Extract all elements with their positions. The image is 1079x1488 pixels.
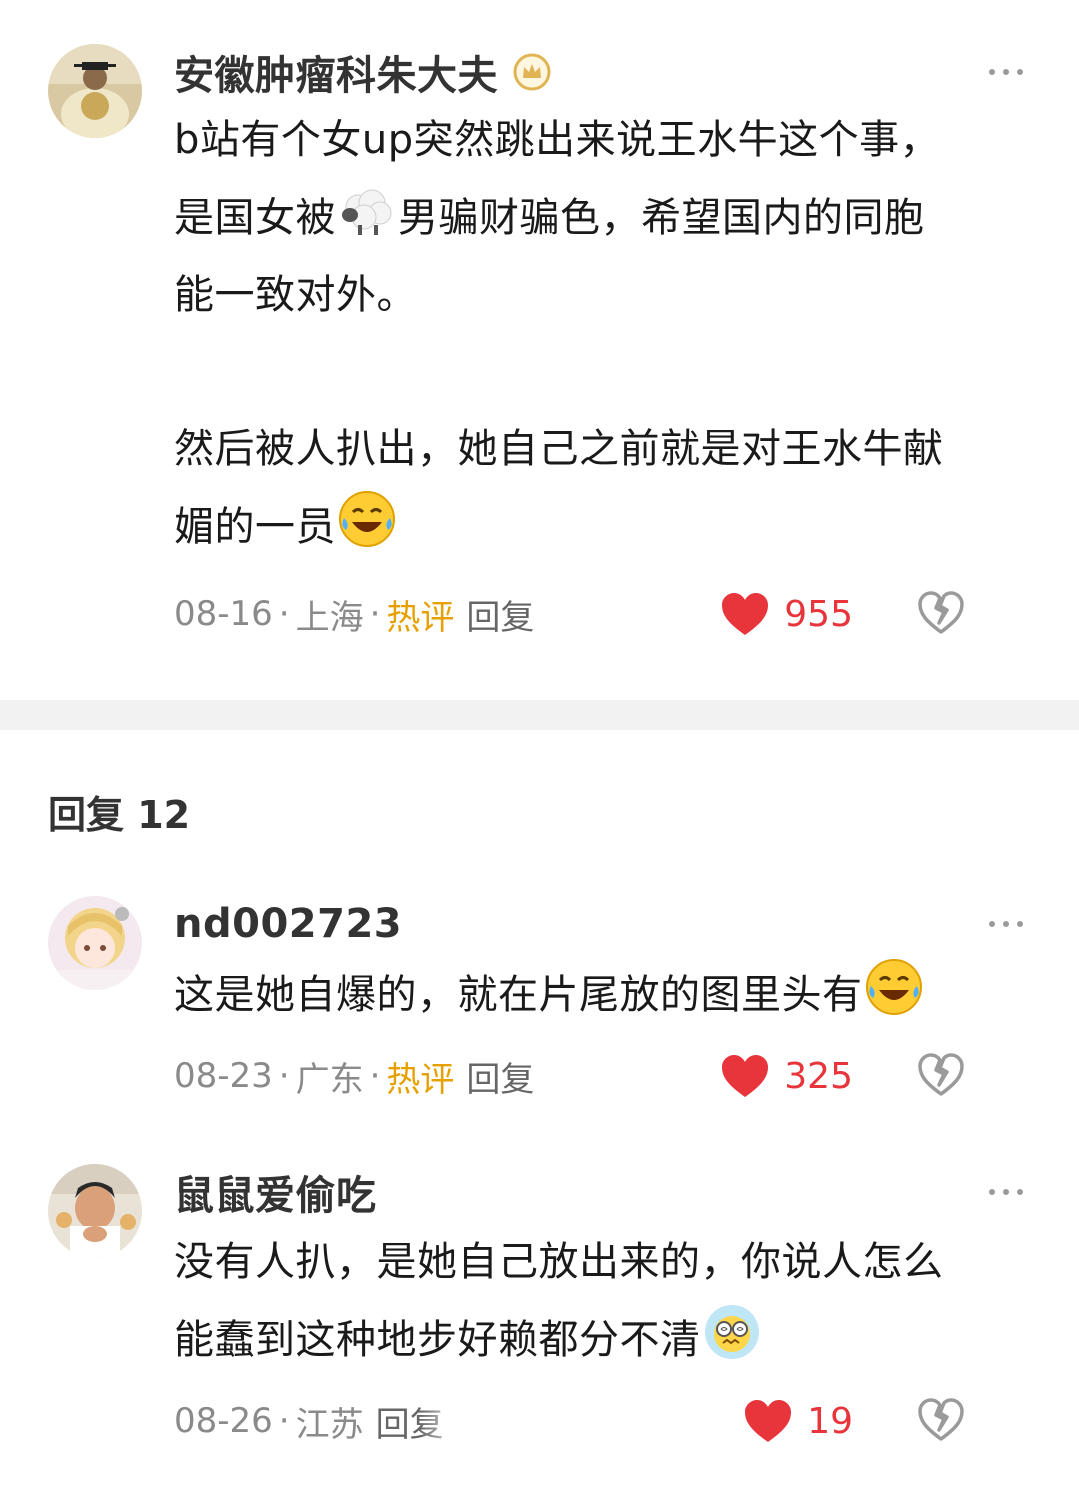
like-count: 19 [807,1400,853,1442]
comment-date: 08-23 [174,1056,273,1096]
author-row: nd002723 [174,896,1027,952]
reply-comment: nd002723 这是她自爆的，就在片尾放的图里头有 08-23 · 广东 · … [0,896,1079,1106]
author-name[interactable]: nd002723 [174,901,402,947]
more-icon[interactable] [989,1164,1023,1220]
author-name[interactable]: 鼠鼠爱偷吃 [174,1163,377,1221]
comment-meta: 08-16 · 上海 · 热评 回复 955 [174,584,1027,644]
separator: · [278,1056,290,1096]
text-line: 是国女被 男骗财骗色，希望国内的同胞 [174,179,1027,257]
broken-heart-icon[interactable] [917,1397,965,1443]
sheep-emoji [342,189,392,235]
comment-date: 08-26 [174,1401,273,1441]
author-row: 鼠鼠爱偷吃 [174,1164,1027,1220]
separator: · [369,594,381,634]
text-line: 能一致对外。 [174,272,417,318]
text-line: 能蠢到这种地步好赖都分不清 [174,1301,1027,1379]
section-divider [0,700,1079,730]
reply-comment: 鼠鼠爱偷吃 没有人扒，是她自己放出来的，你说人怎么 能蠢到这种地步好赖都分不清 … [0,1164,1079,1451]
main-comment: 安徽肿瘤科朱大夫 b站有个女up突然跳出来说王水牛这个事， 是国女被 男骗财骗色… [0,44,1079,644]
avatar[interactable] [48,896,142,990]
text-line: b站有个女up突然跳出来说王水牛这个事， [174,117,941,163]
comment-date: 08-16 [174,594,273,634]
separator: · [278,1401,290,1441]
reply-button[interactable]: 回复 [466,1052,534,1101]
replies-header: 回复 12 [48,793,191,837]
like-count: 955 [784,593,853,635]
broken-heart-icon[interactable] [917,1052,965,1098]
text-line: 然后被人扒出，她自己之前就是对王水牛献 [174,426,944,472]
comment-text: b站有个女up突然跳出来说王水牛这个事， 是国女被 男骗财骗色，希望国内的同胞 … [174,102,1027,566]
avatar[interactable] [48,1164,142,1258]
like-button[interactable]: 955 [720,584,853,644]
heart-icon [722,593,769,635]
more-icon[interactable] [989,44,1023,100]
heart-icon [745,1400,792,1442]
laugh-cry-emoji [865,959,922,1015]
crown-badge-icon [513,53,551,91]
laugh-cry-emoji [339,491,395,547]
hot-badge: 热评 [386,597,455,638]
author-name[interactable]: 安徽肿瘤科朱大夫 [174,43,498,101]
comment-text: 这是她自爆的，就在片尾放的图里头有 [174,956,1027,1034]
dizzy-emoji [704,1305,759,1359]
comment-text: 没有人扒，是她自己放出来的，你说人怎么 能蠢到这种地步好赖都分不清 [174,1224,1027,1379]
text-line: 媚的一员 [174,488,1027,566]
watermark-fade [420,1410,640,1466]
comment-meta: 08-23 · 广东 · 热评 回复 325 [174,1046,1027,1106]
text-line: 这是她自爆的，就在片尾放的图里头有 [174,956,1027,1034]
broken-heart-icon[interactable] [917,590,965,636]
separator: · [278,594,290,634]
reply-button[interactable]: 回复 [466,590,534,639]
heart-icon [722,1055,769,1097]
hot-badge: 热评 [386,1059,455,1100]
like-button[interactable]: 19 [743,1391,853,1451]
avatar[interactable] [48,44,142,138]
comment-location: 上海 [295,597,364,638]
like-button[interactable]: 325 [720,1046,853,1106]
comment-location: 江苏 [295,1404,364,1445]
separator: · [369,1056,381,1096]
more-icon[interactable] [989,896,1023,952]
comment-location: 广东 [295,1059,364,1100]
like-count: 325 [784,1055,853,1097]
text-line: 没有人扒，是她自己放出来的，你说人怎么 [174,1239,944,1285]
author-row: 安徽肿瘤科朱大夫 [174,44,1027,100]
